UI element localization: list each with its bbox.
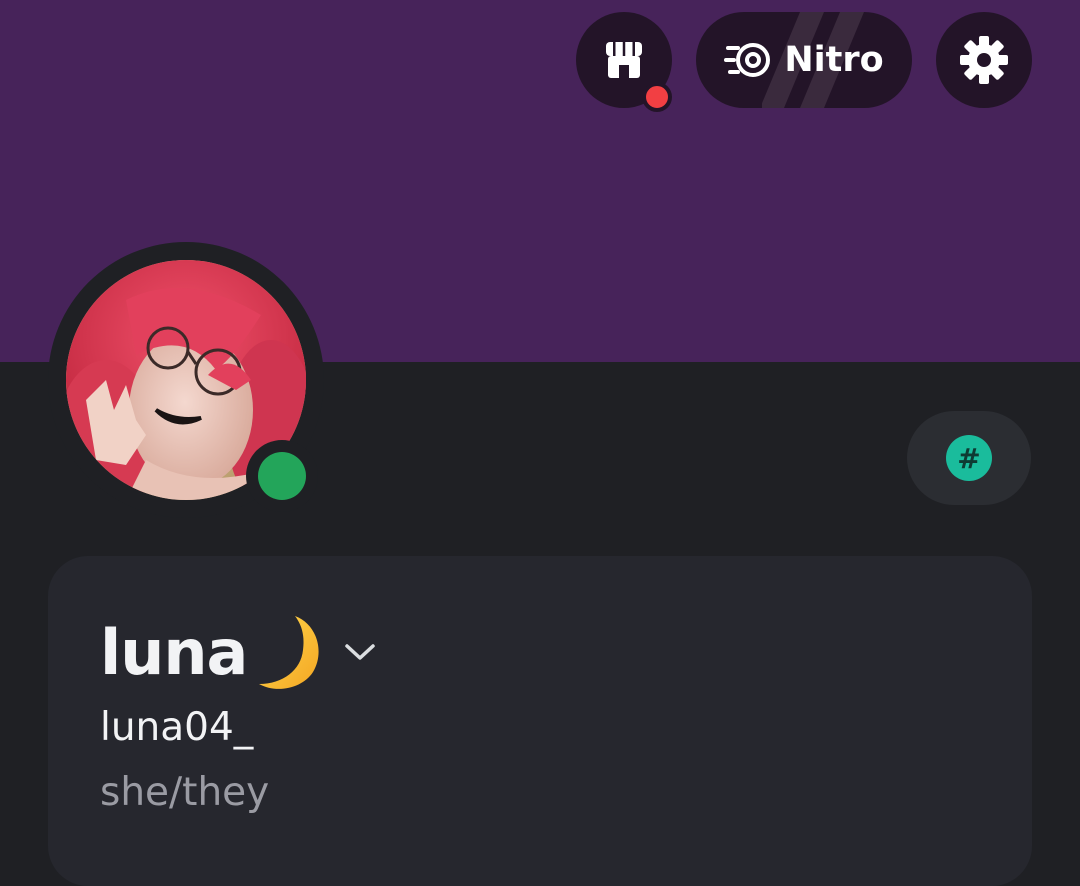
nitro-icon bbox=[724, 43, 771, 77]
gear-icon bbox=[960, 36, 1008, 84]
display-name-row[interactable]: luna bbox=[100, 612, 377, 692]
hashtag-badge-button[interactable]: # bbox=[907, 411, 1031, 505]
chevron-down-icon[interactable] bbox=[343, 640, 377, 664]
hashtag-icon: # bbox=[946, 435, 992, 481]
shop-button[interactable] bbox=[576, 12, 672, 112]
username: luna04_ bbox=[100, 705, 254, 750]
crescent-moon-emoji bbox=[259, 616, 319, 689]
online-status-indicator bbox=[258, 452, 306, 500]
settings-button[interactable] bbox=[936, 12, 1032, 108]
shop-icon bbox=[606, 42, 642, 78]
notification-dot bbox=[642, 82, 672, 112]
display-name: luna bbox=[100, 615, 248, 689]
nitro-label: Nitro bbox=[784, 40, 884, 80]
pronouns: she/they bbox=[100, 770, 270, 815]
nitro-button[interactable]: Nitro bbox=[696, 12, 912, 108]
